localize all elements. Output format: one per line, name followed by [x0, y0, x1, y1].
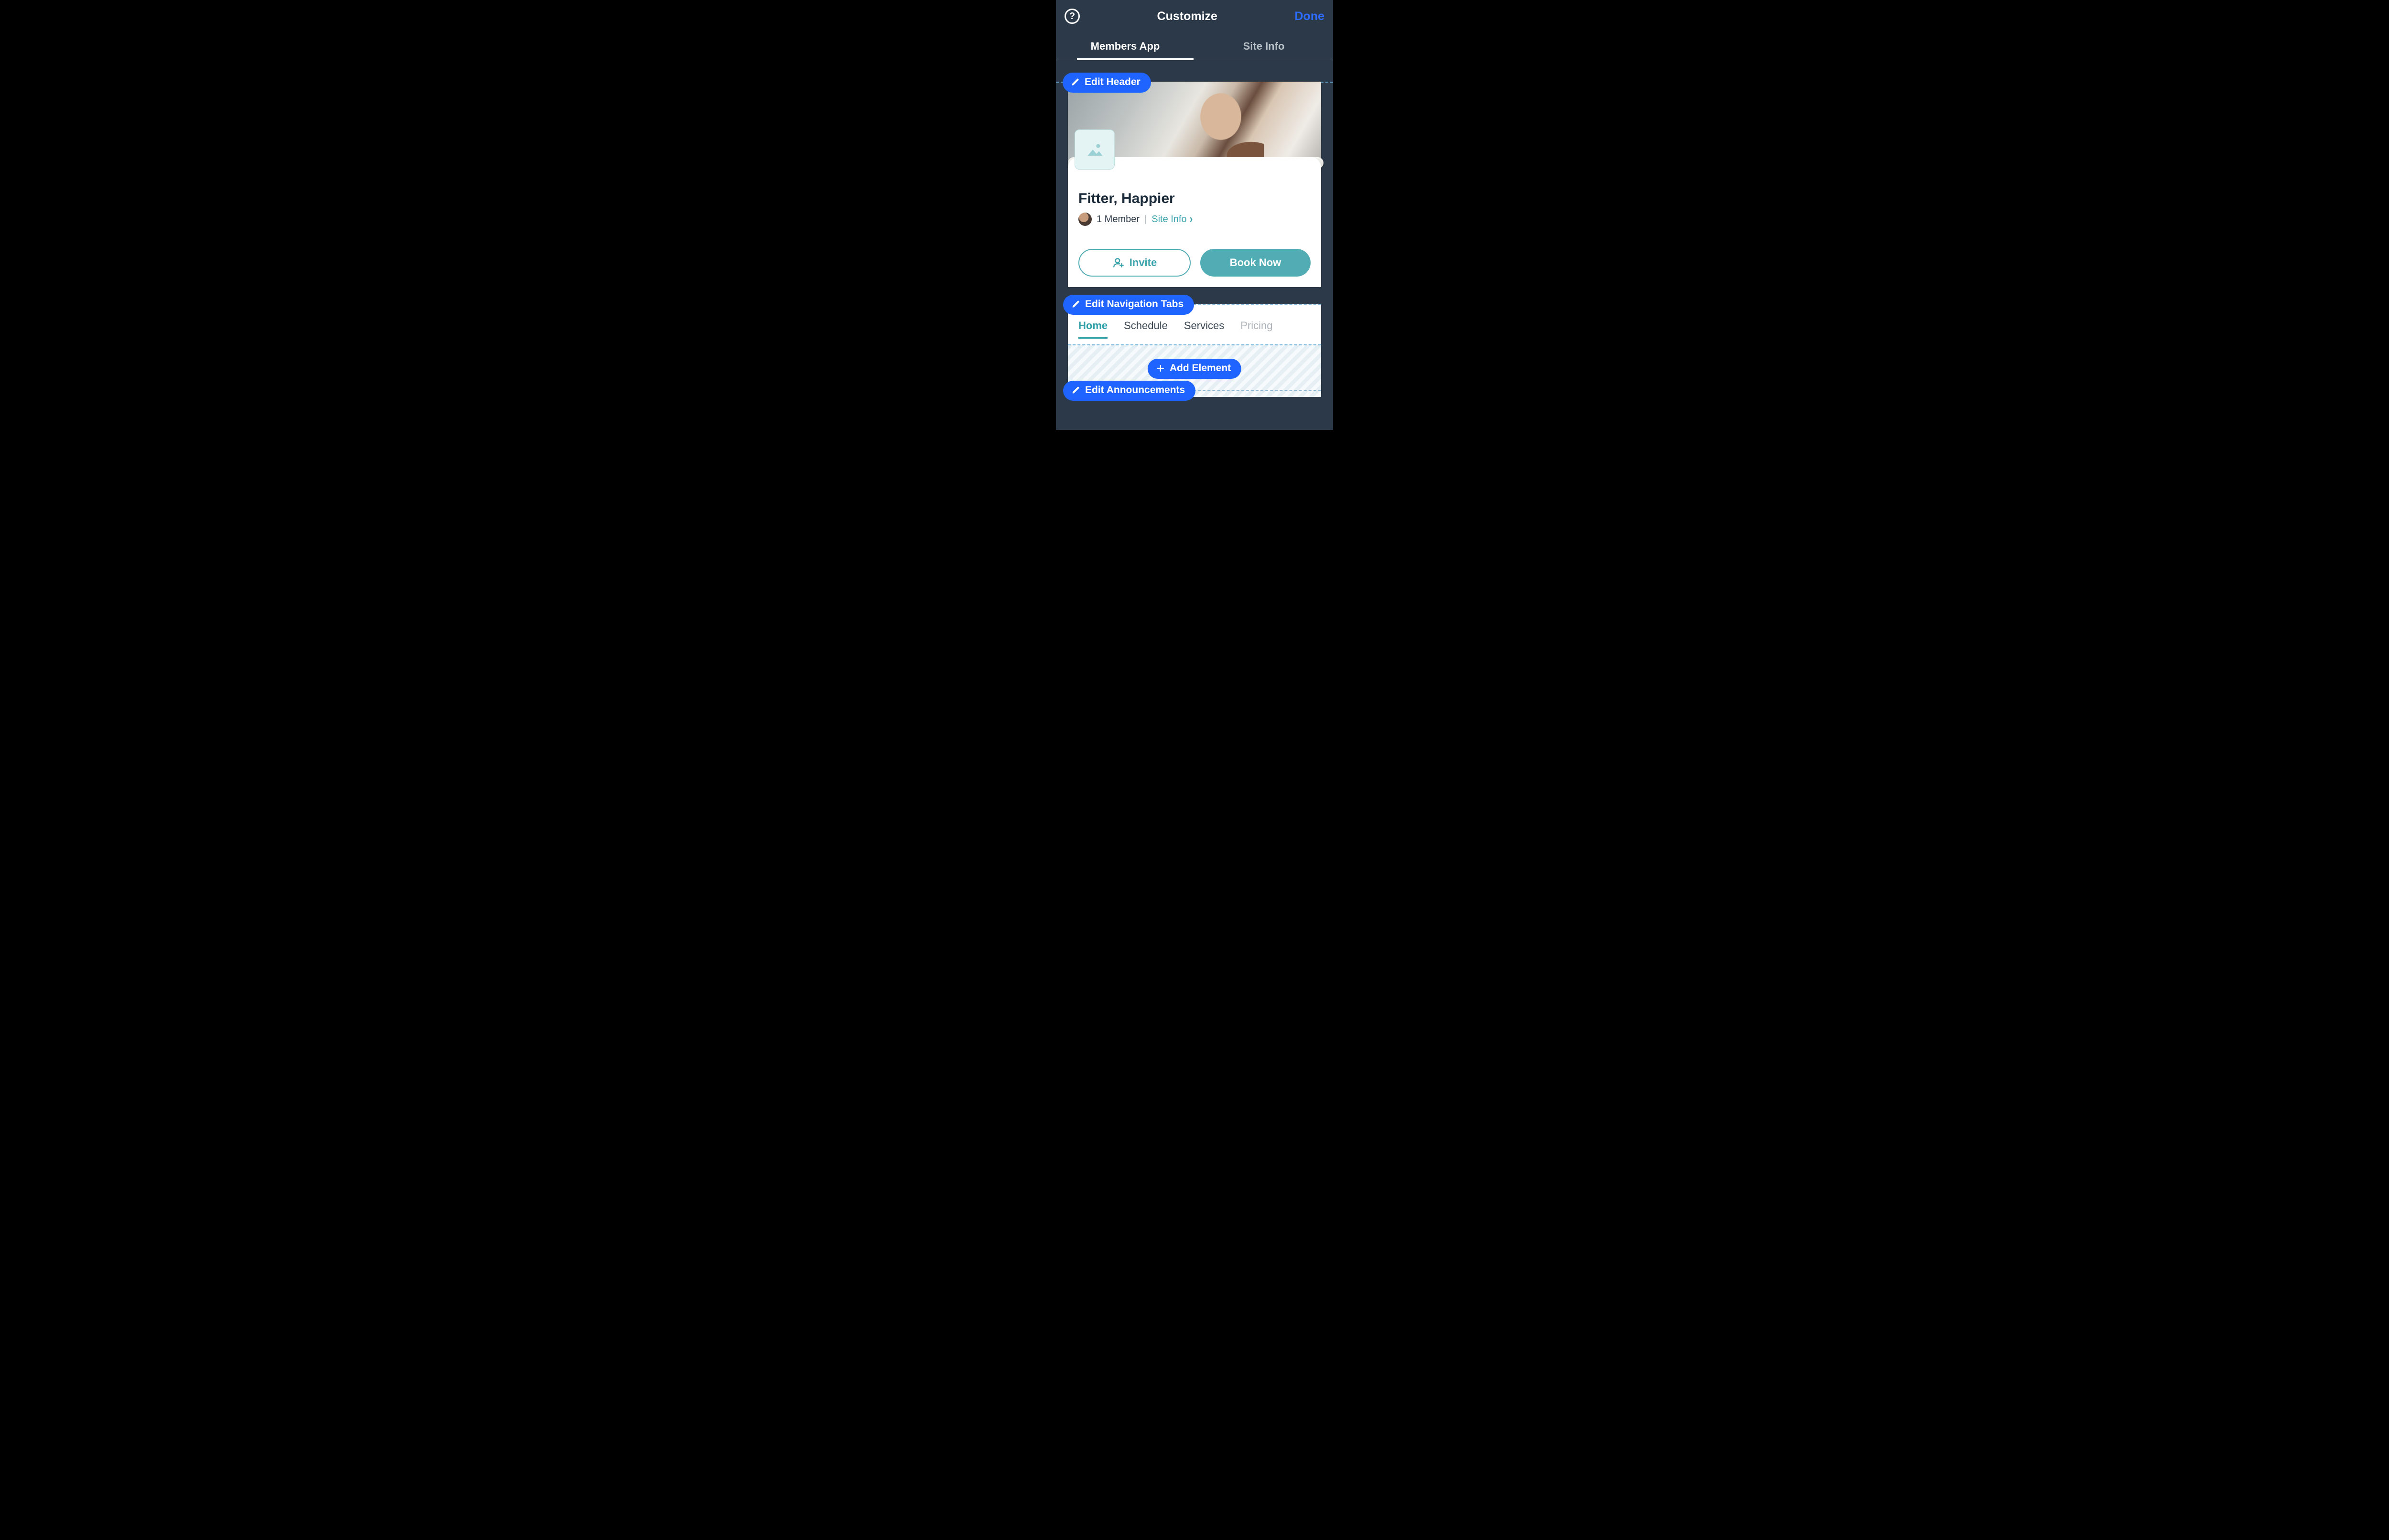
top-bar: ? Customize Done: [1056, 0, 1333, 32]
site-info-link-label: Site Info: [1151, 214, 1186, 225]
member-avatar: [1078, 213, 1092, 226]
book-now-button[interactable]: Book Now: [1200, 249, 1311, 277]
top-tabs: Members App Site Info: [1056, 32, 1333, 60]
nav-tab-pricing[interactable]: Pricing: [1240, 320, 1272, 339]
add-element-label: Add Element: [1170, 363, 1231, 374]
meta-separator: |: [1144, 214, 1147, 225]
logo-placeholder[interactable]: [1075, 129, 1115, 170]
site-info-link[interactable]: Site Info ›: [1151, 214, 1193, 225]
preview-canvas: Edit Header Fitter, Happier 1 Member | S…: [1056, 60, 1333, 397]
book-now-label: Book Now: [1230, 257, 1281, 269]
pencil-icon: [1072, 300, 1080, 309]
tab-members-app[interactable]: Members App: [1056, 32, 1194, 60]
nav-tab-home[interactable]: Home: [1078, 320, 1108, 339]
invite-label: Invite: [1130, 257, 1157, 269]
edit-header-label: Edit Header: [1085, 76, 1141, 88]
done-button[interactable]: Done: [1295, 10, 1325, 23]
chevron-right-icon: ›: [1190, 213, 1193, 226]
nav-tabs-section: Edit Navigation Tabs Home Schedule Servi…: [1068, 304, 1321, 397]
image-icon: [1084, 139, 1105, 160]
cta-row: Invite Book Now: [1078, 249, 1311, 277]
edit-header-button[interactable]: Edit Header: [1063, 73, 1151, 93]
pencil-icon: [1071, 78, 1080, 86]
add-element-button[interactable]: Add Element: [1148, 359, 1241, 379]
empty-element-slot: Add Element Edit Announcements: [1068, 344, 1321, 397]
edit-announcements-label: Edit Announcements: [1085, 385, 1185, 396]
invite-icon: [1112, 257, 1125, 269]
members-count: 1 Member: [1097, 214, 1140, 225]
site-header-card: Fitter, Happier 1 Member | Site Info ›: [1068, 157, 1321, 287]
site-meta-row: 1 Member | Site Info ›: [1078, 213, 1311, 226]
page-title: Customize: [1157, 10, 1217, 23]
help-icon[interactable]: ?: [1065, 9, 1080, 24]
nav-tab-schedule[interactable]: Schedule: [1124, 320, 1168, 339]
app-customize-screen: ? Customize Done Members App Site Info E…: [1056, 0, 1333, 430]
edit-announcements-button[interactable]: Edit Announcements: [1063, 381, 1195, 401]
edit-nav-label: Edit Navigation Tabs: [1085, 299, 1184, 310]
pencil-icon: [1072, 386, 1080, 395]
tab-site-info[interactable]: Site Info: [1194, 32, 1333, 60]
plus-icon: [1156, 364, 1165, 373]
nav-tab-services[interactable]: Services: [1184, 320, 1224, 339]
invite-button[interactable]: Invite: [1078, 249, 1191, 277]
edit-navigation-tabs-button[interactable]: Edit Navigation Tabs: [1063, 295, 1194, 315]
